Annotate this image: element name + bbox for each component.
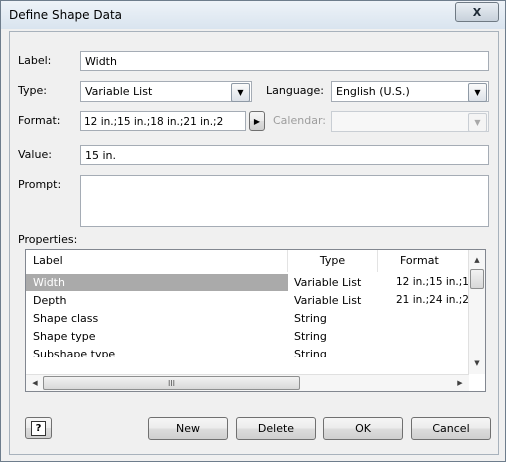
help-button[interactable]: ? <box>25 417 52 439</box>
close-button[interactable]: X <box>455 2 499 22</box>
chevron-right-icon: ▶ <box>253 116 261 126</box>
property-format-cell: 12 in.;15 in.;1 <box>396 276 469 288</box>
value-input[interactable]: 15 in. <box>80 145 489 165</box>
format-input[interactable]: 12 in.;15 in.;18 in.;21 in.;2 <box>80 111 246 131</box>
cancel-button[interactable]: Cancel <box>411 417 491 440</box>
property-row[interactable]: Shape class String <box>26 310 471 327</box>
language-dropdown-value: English (U.S.) <box>336 85 410 98</box>
property-label-cell: Subshape type <box>33 348 116 357</box>
column-header-type[interactable]: Type <box>288 250 378 272</box>
label-field-label: Label: <box>18 54 52 67</box>
property-label-cell: Depth <box>33 294 67 307</box>
property-type-cell: String <box>294 348 327 357</box>
type-field-label: Type: <box>18 84 47 97</box>
property-format-cell <box>396 346 471 357</box>
property-row[interactable]: Depth Variable List 21 in.;24 in.;2 <box>26 292 471 309</box>
scroll-up-icon[interactable]: ▲ <box>470 253 484 267</box>
window-title: Define Shape Data <box>9 8 123 22</box>
property-format-cell: 21 in.;24 in.;2 <box>396 294 469 306</box>
close-icon: X <box>472 5 482 19</box>
prompt-field-label: Prompt: <box>18 178 62 191</box>
scroll-left-icon[interactable]: ◀ <box>28 376 42 390</box>
prompt-textarea[interactable] <box>80 175 489 227</box>
properties-list-header: Label Type Format <box>26 250 471 272</box>
properties-label: Properties: <box>18 233 78 246</box>
column-header-label[interactable]: Label <box>26 250 288 272</box>
horizontal-scrollbar[interactable]: ◀ III ▶ <box>26 374 469 391</box>
chevron-down-icon[interactable]: ▼ <box>231 83 250 102</box>
property-label-cell: Width <box>26 274 288 291</box>
property-label-cell: Shape type <box>33 330 96 343</box>
scroll-down-icon[interactable]: ▼ <box>470 356 484 370</box>
property-format-cell <box>396 310 471 327</box>
delete-button[interactable]: Delete <box>236 417 316 440</box>
property-label-cell: Shape class <box>33 312 99 325</box>
column-header-format[interactable]: Format <box>378 250 471 272</box>
chevron-down-icon[interactable]: ▼ <box>468 83 487 102</box>
title-bar[interactable]: Define Shape Data X <box>1 1 505 29</box>
ok-button[interactable]: OK <box>323 417 403 440</box>
value-field-label: Value: <box>18 148 52 161</box>
property-type-cell: Variable List <box>294 276 362 289</box>
property-row[interactable]: Shape type String <box>26 328 471 345</box>
property-type-cell: Variable List <box>294 294 362 307</box>
property-format-cell <box>396 328 471 345</box>
vertical-scrollbar[interactable]: ▲ ▼ <box>468 250 485 374</box>
horizontal-scroll-thumb[interactable]: III <box>43 376 300 390</box>
vertical-scroll-thumb[interactable] <box>470 269 484 289</box>
label-input[interactable]: Width <box>80 51 489 71</box>
scroll-right-icon[interactable]: ▶ <box>453 376 467 390</box>
property-row[interactable]: Width Variable List 12 in.;15 in.;1 <box>26 274 471 291</box>
property-row[interactable]: Subshape type String <box>26 346 471 357</box>
calendar-field-label: Calendar: <box>273 114 326 127</box>
property-type-cell: String <box>294 312 327 325</box>
calendar-dropdown[interactable]: ▼ <box>331 111 489 132</box>
new-button[interactable]: New <box>148 417 228 440</box>
language-dropdown[interactable]: English (U.S.) ▼ <box>331 81 489 102</box>
chevron-down-icon[interactable]: ▼ <box>468 113 487 132</box>
format-list-button[interactable]: ▶ <box>249 111 265 131</box>
scroll-grip-icon: III <box>167 378 176 388</box>
properties-list[interactable]: Label Type Format Width Variable List 12… <box>25 249 486 392</box>
format-field-label: Format: <box>18 114 61 127</box>
language-field-label: Language: <box>266 84 324 97</box>
define-shape-data-dialog: Define Shape Data X Label: Width Type: V… <box>0 0 506 462</box>
type-dropdown-value: Variable List <box>85 85 153 98</box>
dialog-body: Label: Width Type: Variable List ▼ Langu… <box>9 31 499 455</box>
help-icon: ? <box>31 420 46 436</box>
property-type-cell: String <box>294 330 327 343</box>
type-dropdown[interactable]: Variable List ▼ <box>80 81 252 102</box>
